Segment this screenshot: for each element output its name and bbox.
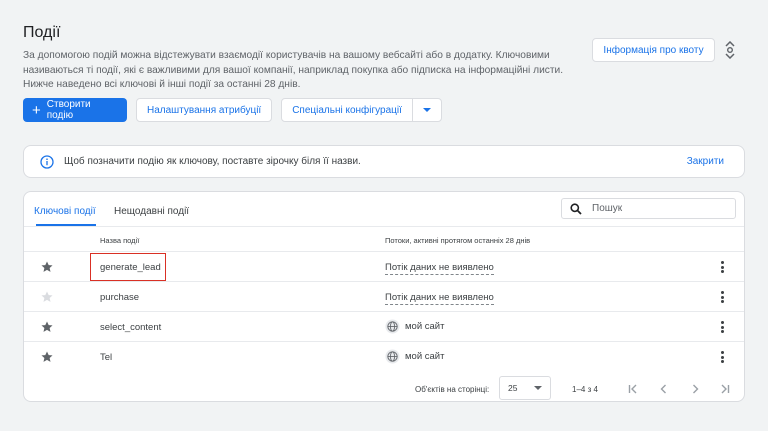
table-row: generate_lead Потік даних не виявлено bbox=[24, 252, 744, 282]
event-name[interactable]: generate_lead bbox=[100, 262, 161, 273]
next-page-icon[interactable] bbox=[688, 382, 702, 396]
table-row: select_content мой сайт bbox=[24, 312, 744, 342]
last-page-icon[interactable] bbox=[718, 382, 732, 396]
page-title: Події bbox=[23, 24, 61, 41]
event-name[interactable]: purchase bbox=[100, 292, 139, 303]
banner-close-button[interactable]: Закрити bbox=[687, 156, 724, 167]
key-event-info-banner: Щоб позначити подію як ключову, поставте… bbox=[23, 145, 745, 178]
attribution-settings-button[interactable]: Налаштування атрибуції bbox=[136, 98, 273, 122]
search-icon bbox=[570, 202, 582, 215]
tab-recent-events[interactable]: Нещодавні події bbox=[114, 206, 189, 217]
prev-page-icon[interactable] bbox=[657, 382, 671, 396]
caret-down-icon bbox=[422, 108, 431, 112]
plus-icon: + bbox=[32, 101, 41, 119]
caret-down-icon bbox=[534, 386, 542, 390]
stream-status[interactable]: Потік даних не виявлено bbox=[385, 292, 494, 305]
info-icon bbox=[40, 154, 54, 169]
star-icon[interactable] bbox=[40, 320, 54, 334]
page-description: За допомогою подій можна відстежувати вз… bbox=[23, 50, 564, 90]
tab-key-events[interactable]: Ключові події bbox=[34, 206, 96, 217]
stream-status[interactable]: Потік даних не виявлено bbox=[385, 262, 494, 275]
globe-icon bbox=[385, 319, 400, 334]
star-outline-icon[interactable] bbox=[40, 290, 54, 304]
column-header-name[interactable]: Назва події bbox=[100, 236, 139, 245]
divider bbox=[24, 226, 744, 227]
star-icon[interactable] bbox=[40, 350, 54, 364]
per-page-label: Об'єктів на сторінці: bbox=[415, 385, 490, 394]
special-config-split-button: Спеціальні конфігурації bbox=[281, 98, 442, 122]
more-vert-icon[interactable] bbox=[718, 290, 726, 304]
stream-site[interactable]: мой сайт bbox=[385, 319, 444, 334]
stream-name: мой сайт bbox=[405, 321, 445, 332]
events-card: Ключові події Нещодавні події Назва поді… bbox=[23, 191, 745, 402]
globe-icon bbox=[385, 349, 400, 364]
table-row: purchase Потік даних не виявлено bbox=[24, 282, 744, 312]
create-event-button[interactable]: + Створити подію bbox=[23, 98, 127, 122]
quota-info-button[interactable]: Інформація про квоту bbox=[592, 38, 715, 62]
expand-vertical-icon[interactable] bbox=[722, 40, 738, 60]
special-config-button[interactable]: Спеціальні конфігурації bbox=[282, 99, 413, 121]
table-row: Tel мой сайт bbox=[24, 342, 744, 372]
special-config-dropdown[interactable] bbox=[413, 99, 441, 121]
event-name[interactable]: Tel bbox=[100, 352, 112, 363]
search-box[interactable] bbox=[561, 198, 736, 219]
search-input[interactable] bbox=[592, 203, 722, 214]
first-page-icon[interactable] bbox=[626, 382, 640, 396]
banner-text: Щоб позначити подію як ключову, поставте… bbox=[64, 156, 361, 167]
stream-name: мой сайт bbox=[405, 351, 445, 362]
stream-site[interactable]: мой сайт bbox=[385, 349, 444, 364]
page-range: 1–4 з 4 bbox=[572, 385, 598, 394]
more-vert-icon[interactable] bbox=[718, 350, 726, 364]
event-name[interactable]: select_content bbox=[100, 322, 161, 333]
create-event-label: Створити подію bbox=[46, 99, 91, 121]
per-page-select[interactable]: 25 bbox=[499, 376, 551, 400]
more-vert-icon[interactable] bbox=[718, 260, 726, 274]
more-vert-icon[interactable] bbox=[718, 320, 726, 334]
per-page-value: 25 bbox=[508, 383, 518, 393]
star-icon[interactable] bbox=[40, 260, 54, 274]
column-header-streams[interactable]: Потоки, активні протягом останніх 28 дні… bbox=[385, 236, 530, 245]
